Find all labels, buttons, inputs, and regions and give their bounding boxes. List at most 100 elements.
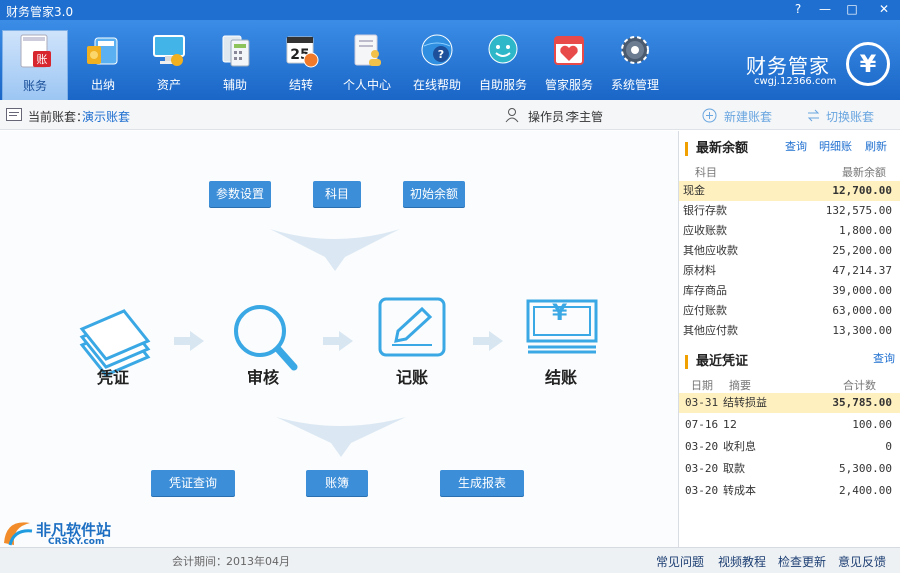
voucher-row[interactable]: 07-16 12 100.00 (679, 415, 900, 435)
app-window: 财务管家3.0 ? — □ ✕ 账 账务 出纳 资产 辅助 25 结转 个人中心 (0, 0, 900, 573)
status-bar: 会计期间： 2013年04月 常见问题 视频教程 检查更新 意见反馈 (0, 547, 900, 573)
balance-row[interactable]: 银行存款 132,575.00 (679, 201, 900, 221)
initial-balance-button[interactable]: 初始余额 (403, 181, 465, 207)
balance-header-subject: 科目 (695, 166, 717, 179)
generate-report-button[interactable]: 生成报表 (440, 470, 524, 496)
check-update-link[interactable]: 检查更新 (778, 553, 826, 570)
operator-value: 李主管 (567, 110, 604, 124)
parameter-settings-button[interactable]: 参数设置 (209, 181, 271, 207)
vouchers-header-summary: 摘要 (729, 379, 751, 392)
monitor-icon (153, 35, 185, 66)
voucher-query-button[interactable]: 凭证查询 (151, 470, 235, 496)
switch-account-button[interactable]: 切换账套 (826, 108, 874, 125)
info-bar: 当前账套： 演示账套 操作员： 李主管 新建账套 切换账套 (0, 100, 900, 130)
balance-row[interactable]: 应收账款 1,800.00 (679, 221, 900, 241)
balance-header-amount: 最新余额 (842, 166, 886, 179)
gear-icon (621, 36, 649, 64)
balance-query-link[interactable]: 查询 (785, 138, 807, 154)
svg-text:账: 账 (37, 53, 48, 66)
operator-user-icon (505, 108, 519, 123)
window-title: 财务管家3.0 (6, 5, 74, 19)
down-arrow-icon (270, 229, 400, 271)
voucher-row[interactable]: 03-20 收利息 0 (679, 437, 900, 457)
voucher-row[interactable]: 03-20 取款 5,300.00 (679, 459, 900, 479)
voucher-row[interactable]: 03-20 转成本 2,400.00 (679, 481, 900, 501)
step-posting[interactable]: 记账 (372, 364, 452, 388)
balance-row[interactable]: 其他应收款 25,200.00 (679, 241, 900, 261)
tool-ledger[interactable]: 账 账务 (2, 30, 68, 100)
tool-carryover[interactable]: 25 结转 (268, 26, 334, 98)
balance-detail-link[interactable]: 明细账 (819, 138, 852, 154)
balance-title: 最新余额 (685, 142, 748, 156)
account-card-icon (6, 108, 22, 121)
tool-personal-center[interactable]: 个人中心 (334, 26, 400, 98)
svg-text:?: ? (438, 48, 444, 61)
vouchers-query-link[interactable]: 查询 (873, 350, 895, 366)
yen-symbol-icon: ¥ (552, 301, 568, 326)
tool-cashier[interactable]: 出纳 (70, 26, 136, 98)
tool-self-service[interactable]: 自助服务 (470, 26, 536, 98)
new-account-button[interactable]: 新建账套 (724, 108, 772, 125)
help-window-button[interactable]: ? (786, 1, 810, 18)
account-books-button[interactable]: 账簿 (306, 470, 368, 496)
tool-label: 个人中心 (342, 78, 391, 92)
tool-label: 辅助 (222, 78, 247, 92)
tool-label: 账务 (22, 79, 47, 93)
tool-assets[interactable]: 资产 (136, 26, 202, 98)
title-bar: 财务管家3.0 ? — □ ✕ (0, 0, 900, 20)
brand-name: 财务管家 (746, 54, 830, 78)
faq-link[interactable]: 常见问题 (656, 553, 704, 570)
feedback-link[interactable]: 意见反馈 (838, 553, 886, 570)
watermark-logo: 非凡软件站 CRSKY.com (0, 517, 144, 547)
workflow-panel: 参数设置 科目 初始余额 凭证 审核 记账 ¥ 结账 凭证查询 账簿 生成报表 … (0, 131, 678, 547)
video-tutorial-link[interactable]: 视频教程 (718, 553, 766, 570)
tool-auxiliary[interactable]: 辅助 (202, 26, 268, 98)
switch-icon (807, 109, 820, 122)
tool-system-management[interactable]: 系统管理 (602, 26, 668, 98)
calculator-grid-icon (222, 35, 250, 67)
self-service-icon (488, 34, 518, 64)
voucher-row[interactable]: 03-31 结转损益 35,785.00 (679, 393, 900, 413)
period-value: 2013年04月 (226, 555, 290, 568)
balance-row[interactable]: 原材料 47,214.37 (679, 261, 900, 281)
account-value[interactable]: 演示账套 (82, 108, 130, 125)
tool-label: 系统管理 (610, 78, 659, 92)
balance-row[interactable]: 库存商品 39,000.00 (679, 281, 900, 301)
calendar-icon: 25 (286, 36, 319, 68)
tool-label: 在线帮助 (412, 78, 461, 92)
balance-row[interactable]: 其他应付款 13,300.00 (679, 321, 900, 341)
down-arrow-icon (276, 417, 406, 457)
balance-refresh-link[interactable]: 刷新 (865, 138, 887, 154)
right-panel: 最新余额 查询 明细账 刷新 科目 最新余额 现金 12,700.00 银行存款 1… (678, 131, 900, 547)
tool-butler-service[interactable]: 管家服务 (536, 26, 602, 98)
tool-online-help[interactable]: ? 在线帮助 (404, 26, 470, 98)
tool-label: 管家服务 (544, 78, 593, 92)
tool-label: 结转 (288, 78, 313, 92)
step-closing[interactable]: 结账 (521, 364, 601, 388)
vouchers-header-total: 合计数 (843, 379, 876, 392)
watermark-en: CRSKY.com (48, 537, 105, 547)
minimize-button[interactable]: — (813, 1, 837, 18)
account-label: 当前账套： (28, 110, 89, 124)
close-button[interactable]: ✕ (872, 1, 896, 18)
plus-circle-icon (702, 108, 717, 123)
right-arrow-icon (174, 331, 204, 351)
right-arrow-icon (473, 331, 503, 351)
vouchers-title: 最近凭证 (685, 355, 748, 369)
accounts-subject-button[interactable]: 科目 (313, 181, 361, 207)
step-review[interactable]: 审核 (223, 364, 303, 388)
brand-url: cwgj.12366.com (754, 76, 837, 87)
tool-label: 资产 (156, 78, 181, 92)
maximize-button[interactable]: □ (840, 1, 864, 18)
step-voucher[interactable]: 凭证 (73, 364, 153, 388)
tool-label: 出纳 (90, 78, 115, 92)
main-toolbar: 账 账务 出纳 资产 辅助 25 结转 个人中心 ? 在线帮助 自助服务 管家服… (0, 20, 900, 100)
help-globe-icon: ? (421, 34, 453, 66)
calculator-icon (87, 37, 118, 65)
balance-row[interactable]: 应付账款 63,000.00 (679, 301, 900, 321)
brand-logo: 财务管家 cwgj.12366.com ¥ (742, 32, 892, 92)
vouchers-header-date: 日期 (691, 379, 713, 392)
balance-row[interactable]: 现金 12,700.00 (679, 181, 900, 201)
user-document-icon (354, 34, 381, 66)
right-arrow-icon (323, 331, 353, 351)
